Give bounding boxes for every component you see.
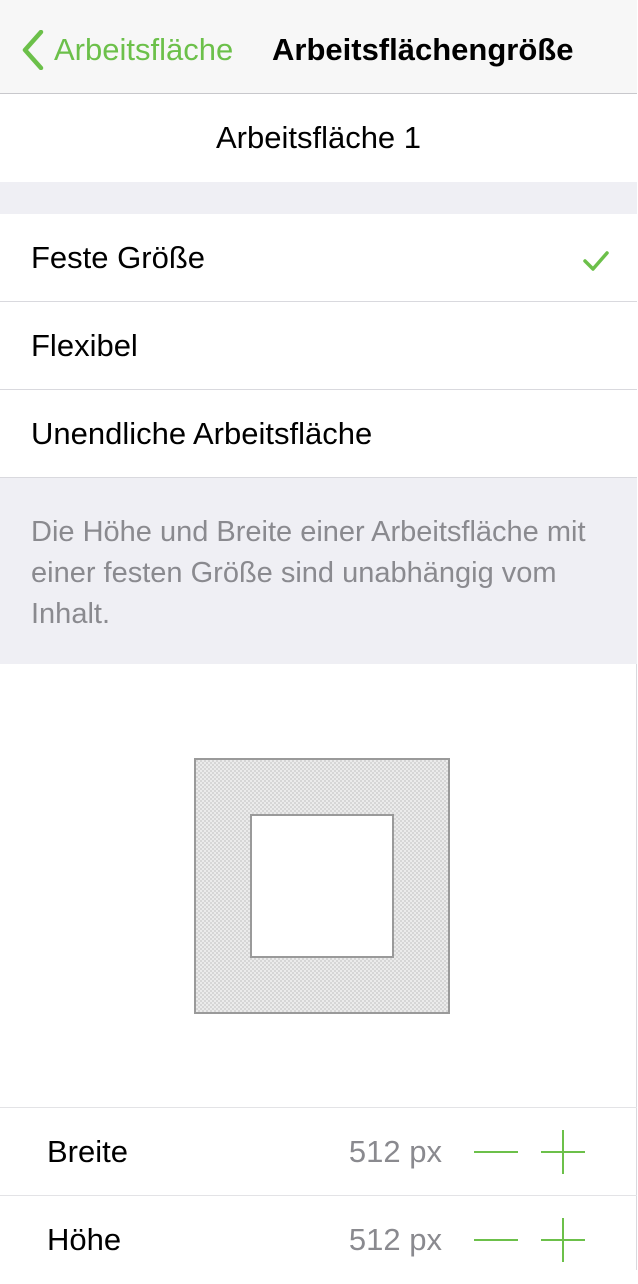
fixed-size-diagram <box>194 758 450 1014</box>
plus-icon <box>541 1130 585 1174</box>
checkmark-icon <box>583 244 609 280</box>
width-increment-button[interactable] <box>541 1130 585 1174</box>
description-section: Die Höhe und Breite einer Arbeitsfläche … <box>0 478 637 664</box>
height-label: Höhe <box>47 1222 122 1257</box>
width-decrement-button[interactable] <box>474 1130 518 1174</box>
height-value[interactable]: 512 px <box>349 1196 442 1284</box>
artboard-name-field[interactable]: Arbeitsfläche 1 <box>0 94 637 182</box>
section-separator <box>0 182 637 214</box>
option-label: Flexibel <box>31 327 138 363</box>
page-title: Arbeitsflächengröße <box>272 32 574 67</box>
chevron-left-icon <box>22 30 44 70</box>
width-row: Breite 512 px <box>0 1108 637 1196</box>
size-type-list: Feste Größe Flexibel Unendliche Arbeitsf… <box>0 214 637 478</box>
option-flexible[interactable]: Flexibel <box>0 302 637 390</box>
option-fixed-size[interactable]: Feste Größe <box>0 214 637 302</box>
option-infinite-canvas[interactable]: Unendliche Arbeitsfläche <box>0 390 637 478</box>
height-increment-button[interactable] <box>541 1218 585 1262</box>
minus-icon <box>474 1151 518 1153</box>
plus-icon <box>541 1218 585 1262</box>
navigation-bar: Arbeitsfläche Arbeitsflächengröße <box>0 0 637 94</box>
width-value[interactable]: 512 px <box>349 1108 442 1196</box>
size-description: Die Höhe und Breite einer Arbeitsfläche … <box>31 516 586 630</box>
back-button[interactable]: Arbeitsfläche <box>22 22 233 78</box>
option-label: Unendliche Arbeitsfläche <box>31 415 373 451</box>
height-row: Höhe 512 px <box>0 1196 637 1284</box>
width-label: Breite <box>47 1134 128 1169</box>
minus-icon <box>474 1239 518 1241</box>
back-button-label: Arbeitsfläche <box>54 32 234 67</box>
artboard-name: Arbeitsfläche 1 <box>215 120 422 155</box>
option-label: Feste Größe <box>31 239 205 275</box>
height-decrement-button[interactable] <box>474 1218 518 1262</box>
